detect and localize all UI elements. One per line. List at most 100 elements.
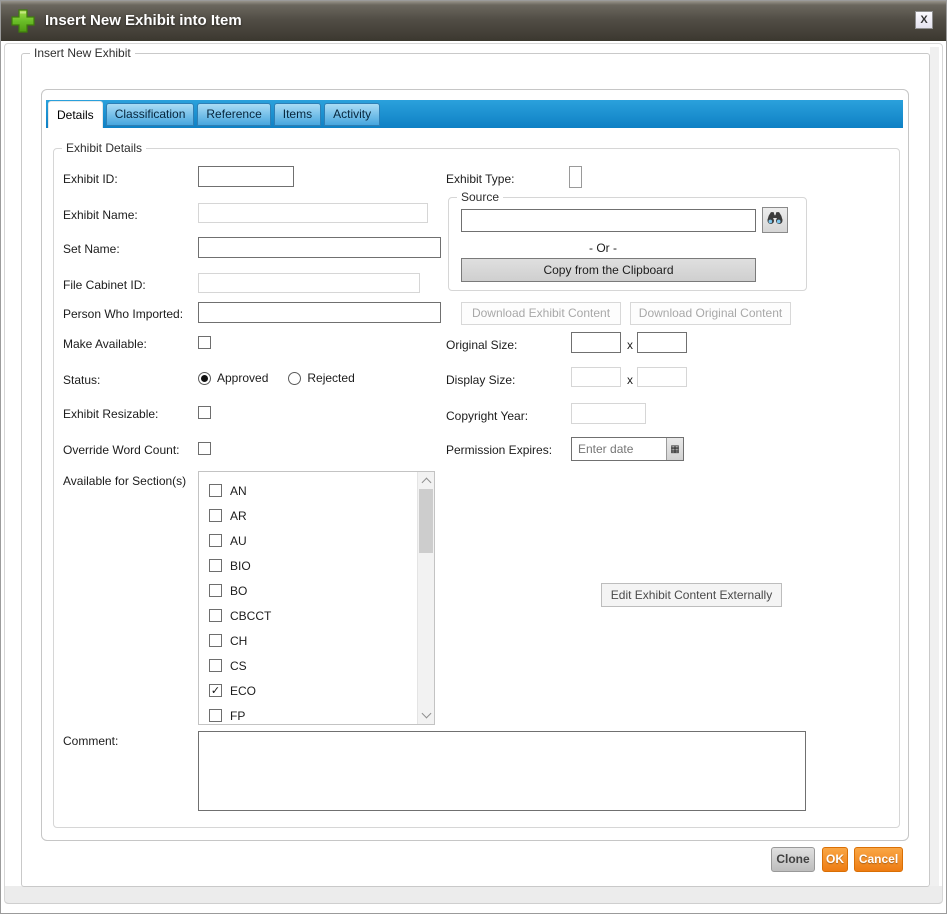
section-label: FP — [230, 709, 245, 723]
section-label: AN — [230, 484, 247, 498]
exhibit-type-label: Exhibit Type: — [446, 172, 514, 186]
radio-label: Approved — [217, 371, 268, 385]
radio-icon[interactable] — [288, 372, 301, 385]
radio-icon[interactable] — [198, 372, 211, 385]
tab-activity[interactable]: Activity — [324, 103, 380, 126]
set-name-label: Set Name: — [63, 242, 120, 256]
section-checkbox[interactable] — [209, 609, 222, 622]
copy-from-clipboard-button[interactable]: Copy from the Clipboard — [461, 258, 756, 282]
section-checkbox[interactable] — [209, 534, 222, 547]
section-checkbox[interactable] — [209, 509, 222, 522]
sections-listbox[interactable]: AN AR AU BIO BO CBCCT CH CS ✓ ECO FP — [198, 471, 435, 725]
section-label: AR — [230, 509, 247, 523]
cancel-button[interactable]: Cancel — [854, 847, 903, 872]
tab-strip: DetailsClassificationReferenceItemsActiv… — [46, 100, 903, 128]
make-available-checkbox[interactable] — [198, 336, 211, 349]
download-original-content-button[interactable]: Download Original Content — [630, 302, 791, 325]
section-label: BIO — [230, 559, 251, 573]
exhibit-resizable-checkbox[interactable] — [198, 406, 211, 419]
section-label: CBCCT — [230, 609, 271, 623]
copyright-year-label: Copyright Year: — [446, 409, 528, 423]
section-item-bo[interactable]: BO — [209, 578, 417, 603]
display-width-input[interactable] — [571, 367, 621, 387]
scroll-down-icon[interactable] — [422, 709, 432, 719]
display-size-label: Display Size: — [446, 373, 515, 387]
source-legend: Source — [457, 190, 503, 204]
scrollbar-thumb[interactable] — [419, 489, 433, 553]
tab-items[interactable]: Items — [274, 103, 321, 126]
section-label: CS — [230, 659, 247, 673]
tab-details[interactable]: Details — [48, 101, 103, 128]
section-item-cbcct[interactable]: CBCCT — [209, 603, 417, 628]
file-cabinet-id-input[interactable] — [198, 273, 420, 293]
exhibit-type-box[interactable] — [569, 166, 582, 188]
source-input[interactable] — [461, 209, 756, 232]
file-cabinet-id-label: File Cabinet ID: — [63, 278, 146, 292]
permission-expires-label: Permission Expires: — [446, 443, 552, 457]
tab-classification[interactable]: Classification — [106, 103, 195, 126]
download-exhibit-content-button[interactable]: Download Exhibit Content — [461, 302, 621, 325]
status-radio-approved[interactable]: Approved — [198, 371, 268, 385]
permission-expires-field[interactable]: ▦ — [571, 437, 684, 461]
copyright-year-input[interactable] — [571, 403, 646, 424]
exhibit-id-input[interactable] — [198, 166, 294, 187]
display-size-x-separator: x — [627, 373, 633, 387]
original-size-label: Original Size: — [446, 338, 517, 352]
dialog-right-strip — [930, 47, 939, 887]
exhibit-name-input[interactable] — [198, 203, 428, 223]
section-item-bio[interactable]: BIO — [209, 553, 417, 578]
section-item-au[interactable]: AU — [209, 528, 417, 553]
comment-textarea[interactable] — [198, 731, 806, 811]
section-checkbox[interactable] — [209, 709, 222, 722]
exhibit-name-label: Exhibit Name: — [63, 208, 138, 222]
permission-expires-input[interactable] — [572, 438, 666, 460]
section-item-ar[interactable]: AR — [209, 503, 417, 528]
tab-reference[interactable]: Reference — [197, 103, 270, 126]
section-checkbox[interactable] — [209, 559, 222, 572]
display-height-input[interactable] — [637, 367, 687, 387]
binoculars-icon — [766, 210, 784, 230]
status-radio-rejected[interactable]: Rejected — [288, 371, 354, 385]
green-plus-icon — [10, 8, 36, 39]
section-label: CH — [230, 634, 247, 648]
title-bar[interactable]: Insert New Exhibit into Item X — [1, 1, 946, 41]
clone-button[interactable]: Clone — [771, 847, 815, 872]
exhibit-details-legend: Exhibit Details — [62, 141, 146, 155]
comment-label: Comment: — [63, 734, 118, 748]
original-height-input[interactable] — [637, 332, 687, 353]
edit-exhibit-content-externally-button[interactable]: Edit Exhibit Content Externally — [601, 583, 782, 607]
override-word-count-label: Override Word Count: — [63, 443, 180, 457]
section-item-an[interactable]: AN — [209, 478, 417, 503]
radio-label: Rejected — [307, 371, 354, 385]
section-checkbox[interactable] — [209, 659, 222, 672]
scroll-up-icon[interactable] — [422, 478, 432, 488]
section-item-ch[interactable]: CH — [209, 628, 417, 653]
exhibit-resizable-label: Exhibit Resizable: — [63, 407, 158, 421]
status-options: Approved Rejected — [198, 371, 375, 385]
close-button[interactable]: X — [915, 11, 933, 29]
set-name-input[interactable] — [198, 237, 441, 258]
section-checkbox[interactable] — [209, 484, 222, 497]
section-label: ECO — [230, 684, 256, 698]
section-label: BO — [230, 584, 247, 598]
make-available-label: Make Available: — [63, 337, 147, 351]
dialog-window: Insert New Exhibit into Item X Insert Ne… — [0, 0, 947, 914]
section-item-cs[interactable]: CS — [209, 653, 417, 678]
section-checkbox[interactable] — [209, 584, 222, 597]
status-label: Status: — [63, 373, 100, 387]
available-sections-label: Available for Section(s) — [63, 474, 186, 488]
section-checkbox[interactable]: ✓ — [209, 684, 222, 697]
source-search-button[interactable] — [762, 207, 788, 233]
original-width-input[interactable] — [571, 332, 621, 353]
calendar-icon[interactable]: ▦ — [666, 438, 683, 460]
person-who-imported-label: Person Who Imported: — [63, 307, 183, 321]
override-word-count-checkbox[interactable] — [198, 442, 211, 455]
exhibit-id-label: Exhibit ID: — [63, 172, 118, 186]
section-item-fp[interactable]: FP — [209, 703, 417, 725]
original-size-x-separator: x — [627, 338, 633, 352]
ok-button[interactable]: OK — [822, 847, 848, 872]
section-checkbox[interactable] — [209, 634, 222, 647]
person-who-imported-input[interactable] — [198, 302, 441, 323]
sections-scrollbar[interactable] — [417, 472, 434, 724]
section-item-eco[interactable]: ✓ ECO — [209, 678, 417, 703]
